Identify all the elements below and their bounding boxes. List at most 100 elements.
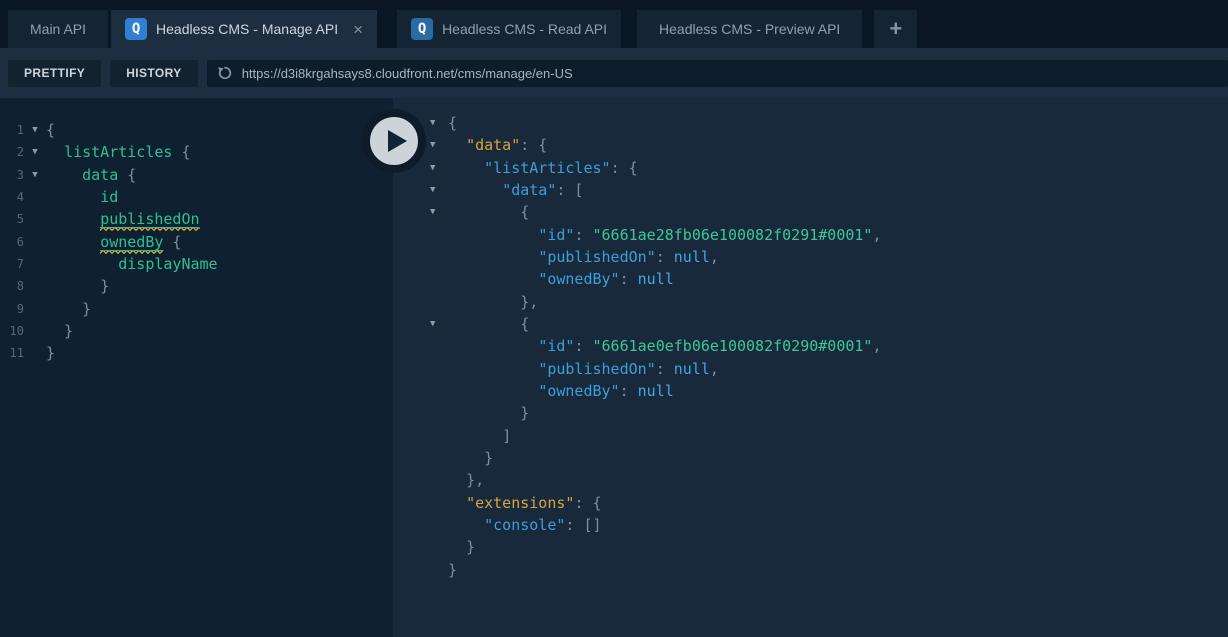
response-line: "ownedBy": null — [393, 380, 1228, 402]
tab-main-api[interactable]: Main API — [8, 10, 108, 48]
token-key: "ownedBy" — [538, 382, 619, 400]
fold-arrow-icon[interactable]: ▼ — [393, 185, 448, 195]
token-punct: { — [520, 203, 529, 221]
fold-arrow-icon[interactable]: ▼ — [24, 170, 46, 180]
code-text: }, — [448, 471, 484, 489]
token-punct: }, — [466, 471, 484, 489]
token-warnfield: ownedBy — [100, 233, 163, 254]
token-key: "ownedBy" — [538, 270, 619, 288]
token-punct: : — [620, 270, 638, 288]
token-field: listArticles — [64, 143, 172, 161]
code-text: } — [46, 277, 109, 295]
token-punct: } — [46, 344, 55, 362]
token-key: "listArticles" — [484, 159, 610, 177]
fold-arrow-icon[interactable]: ▼ — [393, 319, 448, 329]
code-text: } — [46, 322, 73, 340]
token-key: "data" — [502, 181, 556, 199]
code-text: "listArticles": { — [448, 159, 638, 177]
graphql-q-badge-icon: Q — [411, 18, 433, 40]
code-text: } — [448, 538, 475, 556]
token-field: id — [100, 188, 118, 206]
close-tab-icon[interactable]: × — [353, 21, 363, 38]
history-refresh-icon[interactable] — [217, 65, 233, 81]
line-number: 6 — [0, 235, 24, 249]
query-line: 1▼{ — [0, 119, 393, 141]
tab-label: Headless CMS - Read API — [442, 21, 607, 37]
token-key: "id" — [538, 226, 574, 244]
code-text: } — [448, 561, 457, 579]
play-icon — [388, 130, 407, 152]
token-punct: } — [484, 449, 493, 467]
token-punct: { — [172, 143, 190, 161]
line-number: 2 — [0, 145, 24, 159]
fold-arrow-icon[interactable]: ▼ — [24, 147, 46, 157]
token-field: data — [82, 166, 118, 184]
response-line: "ownedBy": null — [393, 268, 1228, 290]
query-editor[interactable]: 1▼{2▼ listArticles {3▼ data {4 id5 publi… — [0, 98, 393, 637]
code-text: }, — [448, 293, 538, 311]
code-text: { — [448, 315, 529, 333]
query-line: 11} — [0, 342, 393, 364]
query-line: 6 ownedBy { — [0, 231, 393, 253]
endpoint-url-input[interactable] — [242, 66, 1218, 81]
line-number: 1 — [0, 123, 24, 137]
fold-arrow-icon[interactable]: ▼ — [393, 207, 448, 217]
code-text: ownedBy { — [46, 233, 181, 251]
token-punct: : — [656, 248, 674, 266]
tab-bar: Main APIQHeadless CMS - Manage API×QHead… — [0, 0, 1228, 48]
token-punct: : — [656, 360, 674, 378]
line-number: 8 — [0, 279, 24, 293]
tab-headless-cms-read-api[interactable]: Q Headless CMS - Read API — [397, 10, 621, 48]
line-number: 7 — [0, 257, 24, 271]
token-punct: { — [46, 121, 55, 139]
token-punct: : — [574, 226, 592, 244]
tab-headless-cms-manage-api[interactable]: QHeadless CMS - Manage API× — [111, 10, 377, 48]
tab-label: Headless CMS - Preview API — [659, 21, 840, 37]
token-null: null — [638, 382, 674, 400]
execute-query-button[interactable] — [362, 109, 426, 173]
response-line: ▼ "listArticles": { — [393, 157, 1228, 179]
token-punct: ] — [502, 427, 511, 445]
history-button[interactable]: HISTORY — [110, 60, 197, 87]
token-punct: } — [100, 277, 109, 295]
prettify-button[interactable]: PRETTIFY — [8, 60, 101, 87]
line-number: 5 — [0, 212, 24, 226]
response-line: } — [393, 559, 1228, 581]
editor-area: 1▼{2▼ listArticles {3▼ data {4 id5 publi… — [0, 98, 1228, 637]
response-line: } — [393, 402, 1228, 424]
response-line: ▼ { — [393, 201, 1228, 223]
code-text: "publishedOn": null, — [448, 248, 719, 266]
line-number: 3 — [0, 168, 24, 182]
code-text: ] — [448, 427, 511, 445]
token-punct: , — [872, 337, 881, 355]
tab-headless-cms-preview-api[interactable]: Headless CMS - Preview API — [637, 10, 862, 48]
token-key: "publishedOn" — [538, 360, 655, 378]
token-punct: , — [710, 360, 719, 378]
new-tab-button[interactable]: + — [874, 10, 917, 48]
fold-arrow-icon[interactable]: ▼ — [24, 125, 46, 135]
query-line: 3▼ data { — [0, 164, 393, 186]
token-key: "console" — [484, 516, 565, 534]
token-punct: : — [620, 382, 638, 400]
response-line: } — [393, 447, 1228, 469]
query-line: 8 } — [0, 275, 393, 297]
graphql-q-badge-icon: Q — [125, 18, 147, 40]
token-null: null — [638, 270, 674, 288]
code-text: "ownedBy": null — [448, 382, 674, 400]
code-text: "data": [ — [448, 181, 583, 199]
code-text: { — [448, 114, 457, 132]
code-text: "id": "6661ae0efb06e100082f0290#0001", — [448, 337, 882, 355]
query-line: 7 displayName — [0, 253, 393, 275]
token-punct: } — [520, 404, 529, 422]
code-text: } — [46, 344, 55, 362]
code-text: { — [448, 203, 529, 221]
query-line: 4 id — [0, 186, 393, 208]
code-text: id — [46, 188, 118, 206]
line-number: 11 — [0, 346, 24, 360]
token-key: "id" — [538, 337, 574, 355]
response-line: "extensions": { — [393, 492, 1228, 514]
response-line: "id": "6661ae28fb06e100082f0291#0001", — [393, 224, 1228, 246]
token-punct: } — [448, 561, 457, 579]
token-punct: } — [466, 538, 475, 556]
code-text: } — [448, 404, 529, 422]
